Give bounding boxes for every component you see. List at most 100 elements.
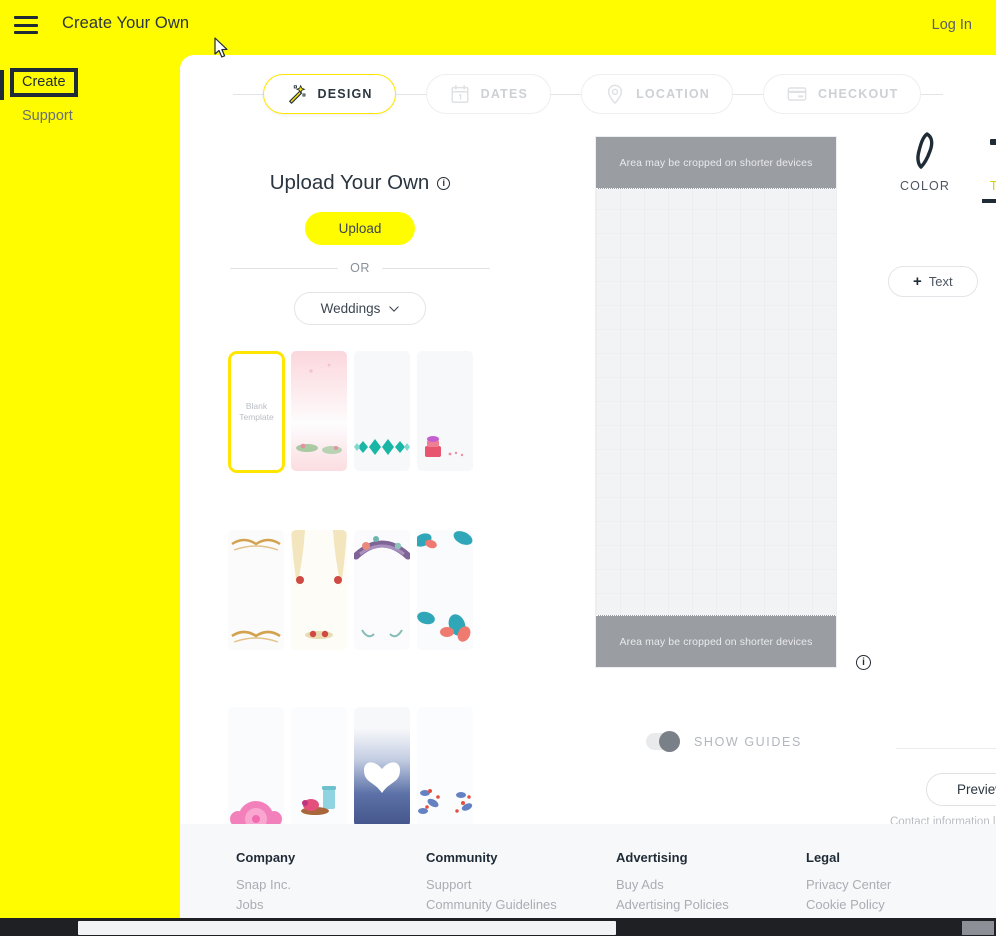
nav-focus-indicator xyxy=(0,70,4,100)
tab-dates[interactable]: DATES xyxy=(425,74,552,114)
stepper-divider xyxy=(232,93,263,95)
tool-text[interactable]: TE xyxy=(962,127,996,203)
browser-bottom-chrome xyxy=(0,918,996,936)
template-cell xyxy=(354,707,417,827)
footer-heading: Legal xyxy=(806,850,840,865)
tool-color-label: COLOR xyxy=(900,179,950,193)
category-selected-label: Weddings xyxy=(320,301,381,316)
footer-link[interactable]: Cookie Policy xyxy=(806,895,996,915)
footer-link[interactable]: Community Guidelines xyxy=(426,895,616,915)
preview-button[interactable]: Preview xyxy=(926,773,996,806)
category-dropdown[interactable]: Weddings xyxy=(293,292,427,325)
progress-stepper: DESIGN DATES LOCATION CHECKOUT xyxy=(180,63,996,125)
footer-link[interactable]: Snap Inc. xyxy=(236,875,426,895)
or-label: OR xyxy=(350,261,370,275)
footer-link[interactable]: Support xyxy=(426,875,616,895)
show-guides-label: SHOW GUIDES xyxy=(694,734,802,749)
template-purple-floral-arch[interactable] xyxy=(354,530,410,650)
template-cell xyxy=(291,707,354,827)
show-guides-toggle[interactable] xyxy=(646,731,680,752)
add-text-button[interactable]: + Text xyxy=(888,266,978,297)
stepper-divider xyxy=(551,93,582,95)
blank-template-label: Blank Template xyxy=(239,401,274,424)
template-cell xyxy=(291,351,354,473)
tab-design[interactable]: DESIGN xyxy=(262,74,396,114)
footer-column-advertising: Advertising Buy Ads Advertising Policies… xyxy=(616,850,806,932)
template-cell xyxy=(354,351,417,473)
calendar-icon xyxy=(451,85,469,103)
plus-icon: + xyxy=(913,273,922,290)
horizontal-scrollbar[interactable] xyxy=(78,921,616,935)
template-pink-mandala[interactable] xyxy=(228,707,284,827)
template-cell: Blank Template xyxy=(228,351,291,473)
chevron-down-icon xyxy=(389,305,400,312)
nav-focus-wrap: Create xyxy=(0,60,180,97)
template-lantern-still-life[interactable] xyxy=(291,707,347,827)
template-blue-red-confetti-floral[interactable] xyxy=(417,707,473,827)
category-row: Weddings xyxy=(180,292,540,325)
stepper-divider xyxy=(395,93,426,95)
top-header-bar: Create Your Own Log In xyxy=(0,0,996,52)
blank-label-line2: Template xyxy=(239,412,274,422)
template-cell xyxy=(417,530,480,650)
footer-column-legal: Legal Privacy Center Cookie Policy Copyr… xyxy=(806,850,996,932)
magic-wand-icon xyxy=(288,84,306,104)
footer-column-community: Community Support Community Guidelines S… xyxy=(426,850,616,932)
template-gold-ornate-frame[interactable] xyxy=(228,530,284,650)
upload-section-title: Upload Your Own i xyxy=(180,171,540,195)
canvas-info-icon[interactable]: i xyxy=(856,655,871,670)
tab-design-label: DESIGN xyxy=(317,87,373,101)
scrollbar-end-cap[interactable] xyxy=(962,921,994,935)
info-icon[interactable]: i xyxy=(437,176,451,190)
upload-title-text: Upload Your Own xyxy=(269,171,430,194)
or-rule-right xyxy=(381,267,490,269)
tab-location[interactable]: LOCATION xyxy=(581,74,734,114)
app-root: Create Your Own Log In Create Support DE… xyxy=(0,0,996,936)
footer-heading: Advertising xyxy=(616,850,688,865)
site-footer: Company Snap Inc. Jobs News Community Su… xyxy=(180,824,996,932)
stepper-divider xyxy=(921,93,944,95)
actions-divider xyxy=(896,748,996,749)
tab-checkout-label: CHECKOUT xyxy=(818,87,899,101)
upload-button[interactable]: Upload xyxy=(304,212,416,245)
login-button[interactable]: Log In xyxy=(932,17,972,33)
footer-heading: Community xyxy=(426,850,498,865)
credit-card-icon xyxy=(787,87,807,101)
template-navy-heart[interactable] xyxy=(354,707,410,827)
template-cream-curtain-roses[interactable] xyxy=(291,530,347,650)
app-card: DESIGN DATES LOCATION CHECKOUT Upload Yo… xyxy=(180,55,996,918)
design-canvas[interactable]: Area may be cropped on shorter devices A… xyxy=(596,137,836,667)
template-cell xyxy=(291,530,354,650)
template-blank[interactable]: Blank Template xyxy=(228,351,285,473)
sidebar-item-support[interactable]: Support xyxy=(22,108,73,124)
tab-location-label: LOCATION xyxy=(636,87,711,101)
template-cell xyxy=(228,707,291,827)
footer-link[interactable]: Privacy Center xyxy=(806,875,996,895)
show-guides-row: SHOW GUIDES xyxy=(646,731,802,752)
template-cell xyxy=(417,351,480,473)
tab-checkout[interactable]: CHECKOUT xyxy=(763,74,922,114)
sidebar-item-create[interactable]: Create xyxy=(10,68,78,97)
footer-column-company: Company Snap Inc. Jobs News xyxy=(236,850,426,932)
blank-label-line1: Blank xyxy=(245,400,268,411)
hamburger-icon[interactable] xyxy=(14,16,38,34)
template-pink-floral-gradient[interactable] xyxy=(291,351,347,471)
marker-pen-icon xyxy=(888,127,962,171)
canvas-guide-grid xyxy=(596,137,836,667)
mouse-cursor xyxy=(214,37,228,58)
footer-link[interactable]: Advertising Policies xyxy=(616,895,806,915)
footer-link[interactable]: Jobs xyxy=(236,895,426,915)
left-nav: Create xyxy=(0,60,180,97)
tool-color[interactable]: COLOR xyxy=(888,127,962,193)
stepper-divider xyxy=(733,93,764,95)
map-pin-icon xyxy=(607,84,623,105)
design-left-panel: Upload Your Own i Upload OR Weddings Bla… xyxy=(180,125,540,918)
crop-notice-bottom: Area may be cropped on shorter devices xyxy=(596,615,836,667)
canvas-preview-wrap: Area may be cropped on shorter devices A… xyxy=(596,137,836,667)
footer-link[interactable]: Buy Ads xyxy=(616,875,806,895)
crop-notice-top: Area may be cropped on shorter devices xyxy=(596,137,836,189)
page-title: Create Your Own xyxy=(62,14,190,32)
template-teal-diamond-band[interactable] xyxy=(354,351,410,471)
template-tropical-leaves[interactable] xyxy=(417,530,473,650)
template-pink-cake[interactable] xyxy=(417,351,473,471)
